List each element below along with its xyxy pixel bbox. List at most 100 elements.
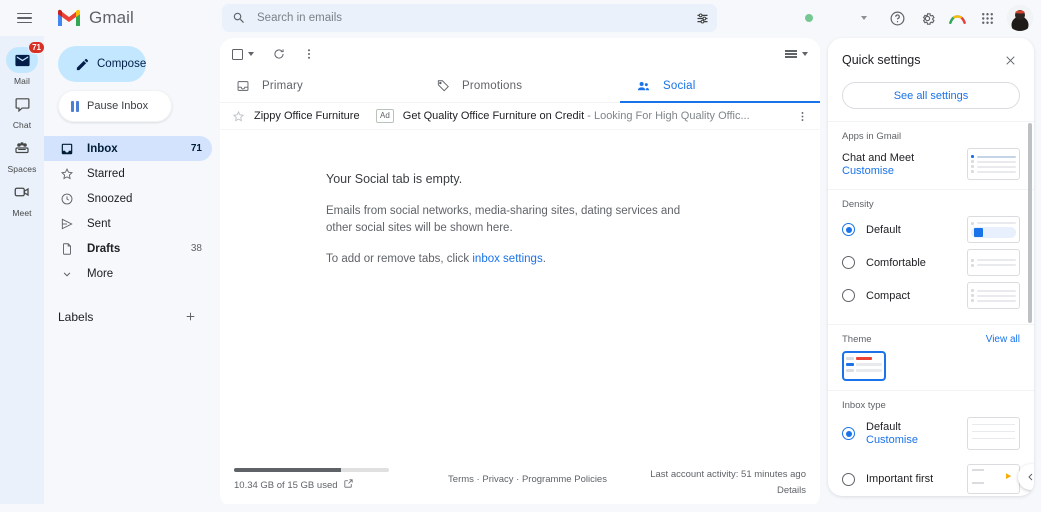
storage-bar — [234, 468, 389, 472]
density-option-comfortable[interactable]: Comfortable — [842, 249, 1020, 276]
inbox-thumbnail-default[interactable] — [967, 417, 1020, 450]
header-icon-group — [883, 0, 1033, 36]
radio-inbox-default[interactable] — [842, 427, 855, 440]
sidebar-label-starred: Starred — [87, 168, 202, 180]
user-avatar[interactable] — [1007, 5, 1033, 31]
sidebar-item-drafts[interactable]: Drafts 38 — [44, 236, 212, 261]
pause-inbox-button[interactable]: Pause Inbox — [58, 90, 172, 122]
sidebar-label-inbox: Inbox — [87, 143, 191, 155]
more-vertical-icon — [796, 110, 809, 123]
theme-view-all-link[interactable]: View all — [986, 334, 1020, 345]
email-row-ad[interactable]: Zippy Office Furniture Ad Get Quality Of… — [220, 103, 820, 130]
tab-social[interactable]: Social — [620, 70, 820, 102]
cta-suffix: . — [543, 253, 546, 265]
search-input[interactable] — [255, 11, 635, 25]
list-toolbar — [220, 38, 820, 70]
rail-item-chat[interactable]: Chat — [0, 88, 44, 130]
inbox-type-section-label: Inbox type — [842, 400, 1020, 411]
privacy-link[interactable]: Privacy — [482, 474, 513, 485]
tab-primary[interactable]: Primary — [220, 70, 420, 102]
settings-button[interactable] — [913, 4, 941, 32]
apps-grid-button[interactable] — [973, 4, 1001, 32]
terms-link[interactable]: Terms — [448, 474, 474, 485]
radio-compact-density[interactable] — [842, 289, 855, 302]
top-header-bar: Gmail — [0, 0, 1041, 36]
density-thumbnail-default[interactable] — [967, 216, 1020, 243]
close-quick-settings-button[interactable] — [1000, 50, 1020, 70]
spaces-group-icon — [13, 139, 31, 157]
status-selector[interactable] — [780, 6, 876, 29]
density-thumbnail-compact[interactable] — [967, 282, 1020, 309]
sidebar-item-sent[interactable]: Sent — [44, 211, 212, 236]
search-filter-button[interactable] — [691, 7, 713, 29]
sidebar-item-more[interactable]: More — [44, 261, 212, 286]
inbox-type-customise-link[interactable]: Customise — [866, 434, 967, 446]
see-all-settings-button[interactable]: See all settings — [842, 82, 1020, 109]
activity-details-link[interactable]: Details — [777, 485, 806, 496]
storage-manage-link[interactable] — [343, 478, 354, 492]
quick-settings-scrollbar[interactable] — [1028, 123, 1032, 323]
account-activity-block: Last account activity: 51 minutes ago De… — [631, 468, 806, 498]
radio-comfortable-density[interactable] — [842, 256, 855, 269]
draft-file-icon — [58, 242, 76, 256]
help-button[interactable] — [883, 4, 911, 32]
gmail-logo[interactable]: Gmail — [56, 8, 134, 28]
rail-item-spaces[interactable]: Spaces — [0, 132, 44, 174]
sidebar-item-inbox[interactable]: Inbox 71 — [44, 136, 212, 161]
sidebar-count-drafts: 38 — [191, 243, 202, 254]
close-icon — [1004, 54, 1017, 67]
refresh-button[interactable] — [268, 41, 290, 67]
empty-state-cta: To add or remove tabs, click inbox setti… — [326, 251, 686, 268]
density-option-default[interactable]: Default — [842, 216, 1020, 243]
plus-icon — [184, 310, 197, 323]
pause-inbox-label: Pause Inbox — [87, 100, 148, 112]
search-bar[interactable] — [222, 4, 717, 32]
inbox-thumbnail-important-first[interactable]: ‣ — [967, 464, 1020, 494]
apps-in-gmail-section: Apps in Gmail Chat and Meet Customise — [828, 121, 1034, 189]
chevron-down-icon — [58, 267, 76, 281]
display-density-button[interactable] — [781, 46, 812, 63]
sidebar-item-snoozed[interactable]: Snoozed — [44, 186, 212, 211]
window-bottom-strip — [0, 504, 1041, 512]
gmail-m-icon — [56, 8, 82, 28]
inbox-type-option-default[interactable]: Default Customise — [842, 417, 1020, 450]
inbox-tabs: Primary Promotions Social — [220, 70, 820, 103]
compose-button[interactable]: Compose — [58, 46, 146, 82]
gmail-brand-text: Gmail — [89, 8, 134, 28]
density-thumbnail-comfortable[interactable] — [967, 249, 1020, 276]
email-row-more-button[interactable] — [792, 110, 812, 123]
rail-label-chat: Chat — [13, 120, 31, 130]
star-icon — [58, 167, 76, 181]
sidebar-item-starred[interactable]: Starred — [44, 161, 212, 186]
theme-thumbnail-selected[interactable] — [842, 351, 886, 381]
inbox-settings-link[interactable]: inbox settings — [472, 253, 542, 265]
density-option-compact[interactable]: Compact — [842, 282, 1020, 309]
list-more-button[interactable] — [298, 41, 320, 67]
ad-badge: Ad — [376, 109, 394, 123]
pencil-icon — [75, 57, 90, 72]
google-apps-arc-button[interactable] — [943, 4, 971, 32]
radio-inbox-important-first[interactable] — [842, 473, 855, 486]
email-subject: Get Quality Office Furniture on Credit — [403, 110, 584, 122]
inbox-type-option-important-first[interactable]: Important first ‣ — [842, 464, 1020, 494]
rail-item-meet[interactable]: Meet — [0, 176, 44, 218]
footer-links: Terms · Privacy · Programme Policies — [424, 468, 631, 487]
apps-preview-thumbnail[interactable] — [967, 148, 1020, 180]
apps-customise-link[interactable]: Customise — [842, 165, 967, 177]
chevron-down-icon — [861, 16, 867, 20]
select-all-control[interactable] — [228, 41, 258, 67]
rail-item-mail[interactable]: 71 Mail — [0, 44, 44, 86]
star-outline-icon — [232, 110, 245, 123]
add-label-button[interactable] — [182, 309, 198, 325]
programme-policies-link[interactable]: Programme Policies — [522, 474, 607, 485]
app-rail: 71 Mail Chat Spaces — [0, 36, 44, 512]
inbox-tab-icon — [236, 79, 250, 93]
tab-promotions[interactable]: Promotions — [420, 70, 620, 102]
radio-default-density[interactable] — [842, 223, 855, 236]
folder-nav-list: Inbox 71 Starred Snoozed — [44, 136, 220, 286]
inbox-type-label-default: Default — [866, 421, 901, 433]
main-menu-button[interactable] — [6, 0, 42, 36]
mini-doc-icon — [974, 228, 983, 237]
cta-prefix: To add or remove tabs, click — [326, 253, 472, 265]
star-toggle[interactable] — [228, 110, 248, 123]
